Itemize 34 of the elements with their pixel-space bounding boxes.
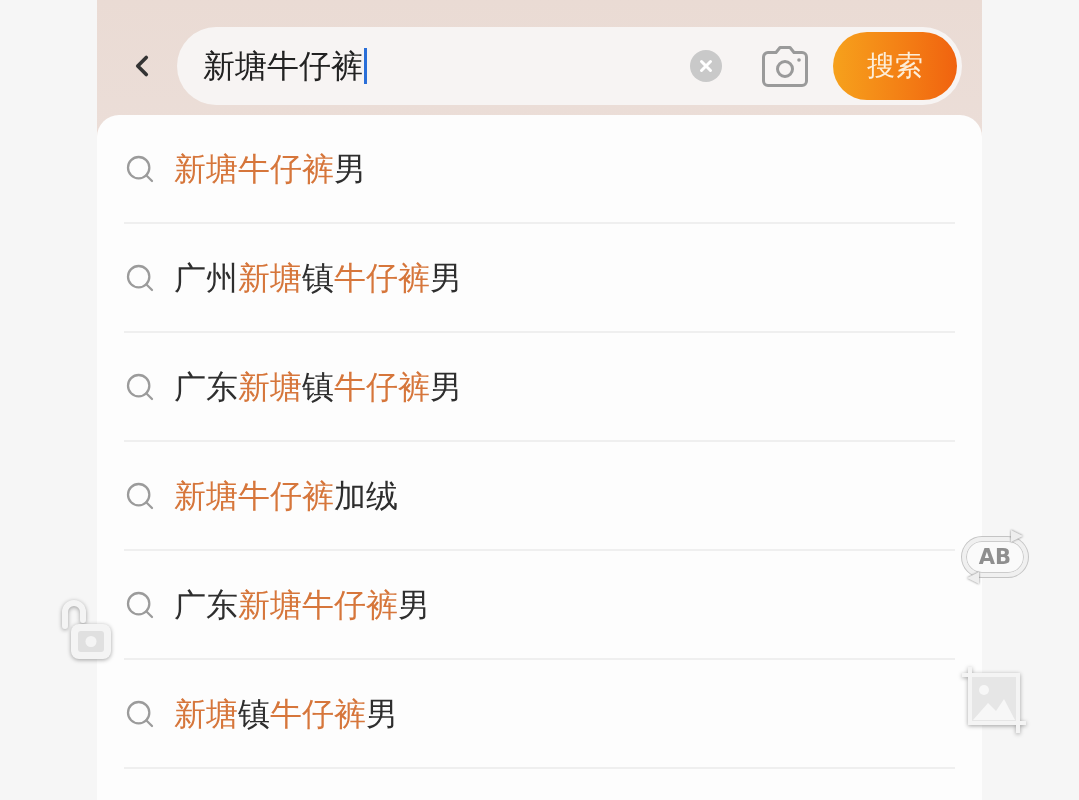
arrowhead-icon xyxy=(1010,529,1024,543)
suggestion-item[interactable]: 新塘牛仔裤加绒 xyxy=(124,442,955,551)
suggestion-text: 广东 xyxy=(174,585,238,624)
suggestion-text: 镇 xyxy=(302,367,334,406)
suggestion-text: 镇 xyxy=(238,694,270,733)
suggestion-text: 新塘 xyxy=(238,367,302,406)
suggestion-text: 牛仔裤 xyxy=(334,367,430,406)
suggestion-text: 加绒 xyxy=(334,476,398,515)
suggestion-text: 男 xyxy=(366,694,398,733)
translate-label: AB xyxy=(978,546,1012,568)
suggestion-text: 广东 xyxy=(174,367,238,406)
suggestion-text: 牛仔裤 xyxy=(270,694,366,733)
suggestion-text: 镇 xyxy=(302,258,334,297)
suggestion-item[interactable]: 广州新塘镇牛仔裤男 xyxy=(124,224,955,333)
suggestion-item[interactable]: 广东新塘镇牛仔裤男 xyxy=(124,333,955,442)
search-field[interactable]: 新塘牛仔裤 搜索 xyxy=(177,27,962,105)
arrowhead-icon xyxy=(966,571,980,585)
suggestion-text: 男 xyxy=(398,585,430,624)
suggestion-text: 新塘 xyxy=(238,258,302,297)
suggestion-text: 男 xyxy=(430,258,462,297)
suggestion-item[interactable]: 广东新塘牛仔裤男 xyxy=(124,551,955,660)
suggestion-text: 新塘牛仔裤 xyxy=(174,149,334,188)
camera-icon[interactable] xyxy=(762,45,808,87)
suggestion-text: 男 xyxy=(334,149,366,188)
suggestion-text: 牛仔裤 xyxy=(334,258,430,297)
suggestion-item[interactable]: 新塘镇牛仔裤男 xyxy=(124,660,955,769)
suggestion-text: 新塘 xyxy=(174,694,238,733)
suggestion-text: 新塘牛仔裤 xyxy=(238,585,398,624)
clear-icon[interactable] xyxy=(690,50,722,82)
search-query: 新塘牛仔裤 xyxy=(203,50,363,82)
suggestion-text: 新塘牛仔裤 xyxy=(174,476,334,515)
suggestion-text: 广州 xyxy=(174,258,238,297)
suggestion-item[interactable]: 新塘牛仔裤男 xyxy=(124,115,955,224)
suggestion-text: 男 xyxy=(430,367,462,406)
